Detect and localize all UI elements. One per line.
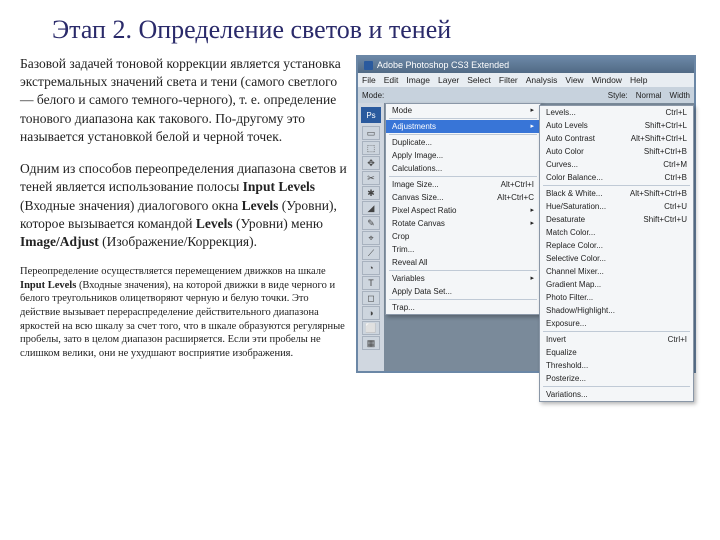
menu-item[interactable]: Exposure... — [540, 317, 693, 330]
menu-item[interactable]: Selective Color... — [540, 252, 693, 265]
menu-item[interactable]: Trap... — [386, 301, 540, 314]
menu-item[interactable]: Threshold... — [540, 359, 693, 372]
para-1: Базовой задачей тоновой коррекции являет… — [20, 55, 350, 146]
menu-item[interactable]: DesaturateShift+Ctrl+U — [540, 213, 693, 226]
tool-button[interactable]: ✥ — [362, 156, 380, 170]
menu-file[interactable]: File — [362, 75, 376, 85]
menu-item[interactable]: Duplicate... — [386, 136, 540, 149]
tool-button[interactable]: ◔ — [362, 261, 380, 275]
menu-item[interactable]: Curves...Ctrl+M — [540, 158, 693, 171]
menu-item[interactable]: Match Color... — [540, 226, 693, 239]
menu-item[interactable]: Rotate Canvas — [386, 217, 540, 230]
tool-button[interactable]: ◻ — [362, 291, 380, 305]
menu-item[interactable]: Variations... — [540, 388, 693, 401]
menu-item[interactable]: Photo Filter... — [540, 291, 693, 304]
menu-select[interactable]: Select — [467, 75, 491, 85]
tool-button[interactable]: ⬚ — [362, 141, 380, 155]
para-3: Переопределение осуществляется перемещен… — [20, 265, 350, 360]
menu-item[interactable]: Levels...Ctrl+L — [540, 106, 693, 119]
slide-title: Этап 2. Определение светов и теней — [52, 15, 700, 45]
menu-item[interactable]: Auto ContrastAlt+Shift+Ctrl+L — [540, 132, 693, 145]
menu-item[interactable]: Replace Color... — [540, 239, 693, 252]
ps-app-icon — [364, 61, 373, 70]
para-2: Одним из способов переопределения диапаз… — [20, 160, 350, 251]
tool-button[interactable]: ✂ — [362, 171, 380, 185]
menu-item[interactable]: Equalize — [540, 346, 693, 359]
window-titlebar: Adobe Photoshop CS3 Extended — [358, 57, 694, 73]
tool-button[interactable]: ⟋ — [362, 246, 380, 260]
menu-item[interactable]: Adjustments — [386, 120, 540, 133]
tool-button[interactable]: ⬜ — [362, 321, 380, 335]
menu-layer[interactable]: Layer — [438, 75, 459, 85]
menu-item[interactable]: InvertCtrl+I — [540, 333, 693, 346]
menu-item[interactable]: Trim... — [386, 243, 540, 256]
photoshop-window: Adobe Photoshop CS3 Extended File Edit Ima… — [356, 55, 696, 373]
adjustments-submenu[interactable]: Levels...Ctrl+LAuto LevelsShift+Ctrl+LAu… — [539, 105, 694, 402]
menu-item[interactable]: Image Size...Alt+Ctrl+I — [386, 178, 540, 191]
menu-item[interactable]: Auto LevelsShift+Ctrl+L — [540, 119, 693, 132]
image-menu-dropdown[interactable]: Mode Adjustments Duplicate...Apply Image..… — [385, 103, 541, 315]
menu-item[interactable]: Pixel Aspect Ratio — [386, 204, 540, 217]
menubar[interactable]: File Edit Image Layer Select Filter Analysis Vi… — [358, 73, 694, 87]
tool-button[interactable]: ✱ — [362, 186, 380, 200]
tool-button[interactable]: ▦ — [362, 336, 380, 350]
menu-image[interactable]: Image — [406, 75, 430, 85]
menu-edit[interactable]: Edit — [384, 75, 399, 85]
menu-item[interactable]: Reveal All — [386, 256, 540, 269]
text-column: Базовой задачей тоновой коррекции являет… — [20, 55, 350, 375]
menu-item[interactable]: Shadow/Highlight... — [540, 304, 693, 317]
tool-button[interactable]: ◢ — [362, 201, 380, 215]
menu-help[interactable]: Help — [630, 75, 647, 85]
menu-item[interactable]: Gradient Map... — [540, 278, 693, 291]
menu-item[interactable]: Posterize... — [540, 372, 693, 385]
menu-window[interactable]: Window — [592, 75, 622, 85]
tool-button[interactable]: ◑ — [362, 306, 380, 320]
screenshot-column: Adobe Photoshop CS3 Extended File Edit Ima… — [356, 55, 696, 375]
menu-item[interactable]: Channel Mixer... — [540, 265, 693, 278]
options-bar: Mode: Style: Normal Width — [358, 87, 694, 103]
tool-button[interactable]: ⌖ — [362, 231, 380, 245]
menu-item[interactable]: Color Balance...Ctrl+B — [540, 171, 693, 184]
menu-item[interactable]: Apply Image... — [386, 149, 540, 162]
menu-view[interactable]: View — [565, 75, 583, 85]
tool-button[interactable]: ✎ — [362, 216, 380, 230]
menu-item[interactable]: Mode — [386, 104, 540, 117]
tools-palette[interactable]: Ps ▭⬚✥✂✱◢✎⌖⟋◔T◻◑⬜▦ — [358, 103, 384, 371]
menu-item[interactable]: Auto ColorShift+Ctrl+B — [540, 145, 693, 158]
ps-logo-icon: Ps — [361, 107, 381, 123]
tool-button[interactable]: T — [362, 276, 380, 290]
menu-item[interactable]: Calculations... — [386, 162, 540, 175]
menu-item[interactable]: Crop — [386, 230, 540, 243]
menu-item[interactable]: Apply Data Set... — [386, 285, 540, 298]
menu-item[interactable]: Black & White...Alt+Shift+Ctrl+B — [540, 187, 693, 200]
menu-filter[interactable]: Filter — [499, 75, 518, 85]
menu-item[interactable]: Hue/Saturation...Ctrl+U — [540, 200, 693, 213]
menu-item[interactable]: Variables — [386, 272, 540, 285]
menu-item[interactable]: Canvas Size...Alt+Ctrl+C — [386, 191, 540, 204]
tool-button[interactable]: ▭ — [362, 126, 380, 140]
menu-analysis[interactable]: Analysis — [526, 75, 558, 85]
